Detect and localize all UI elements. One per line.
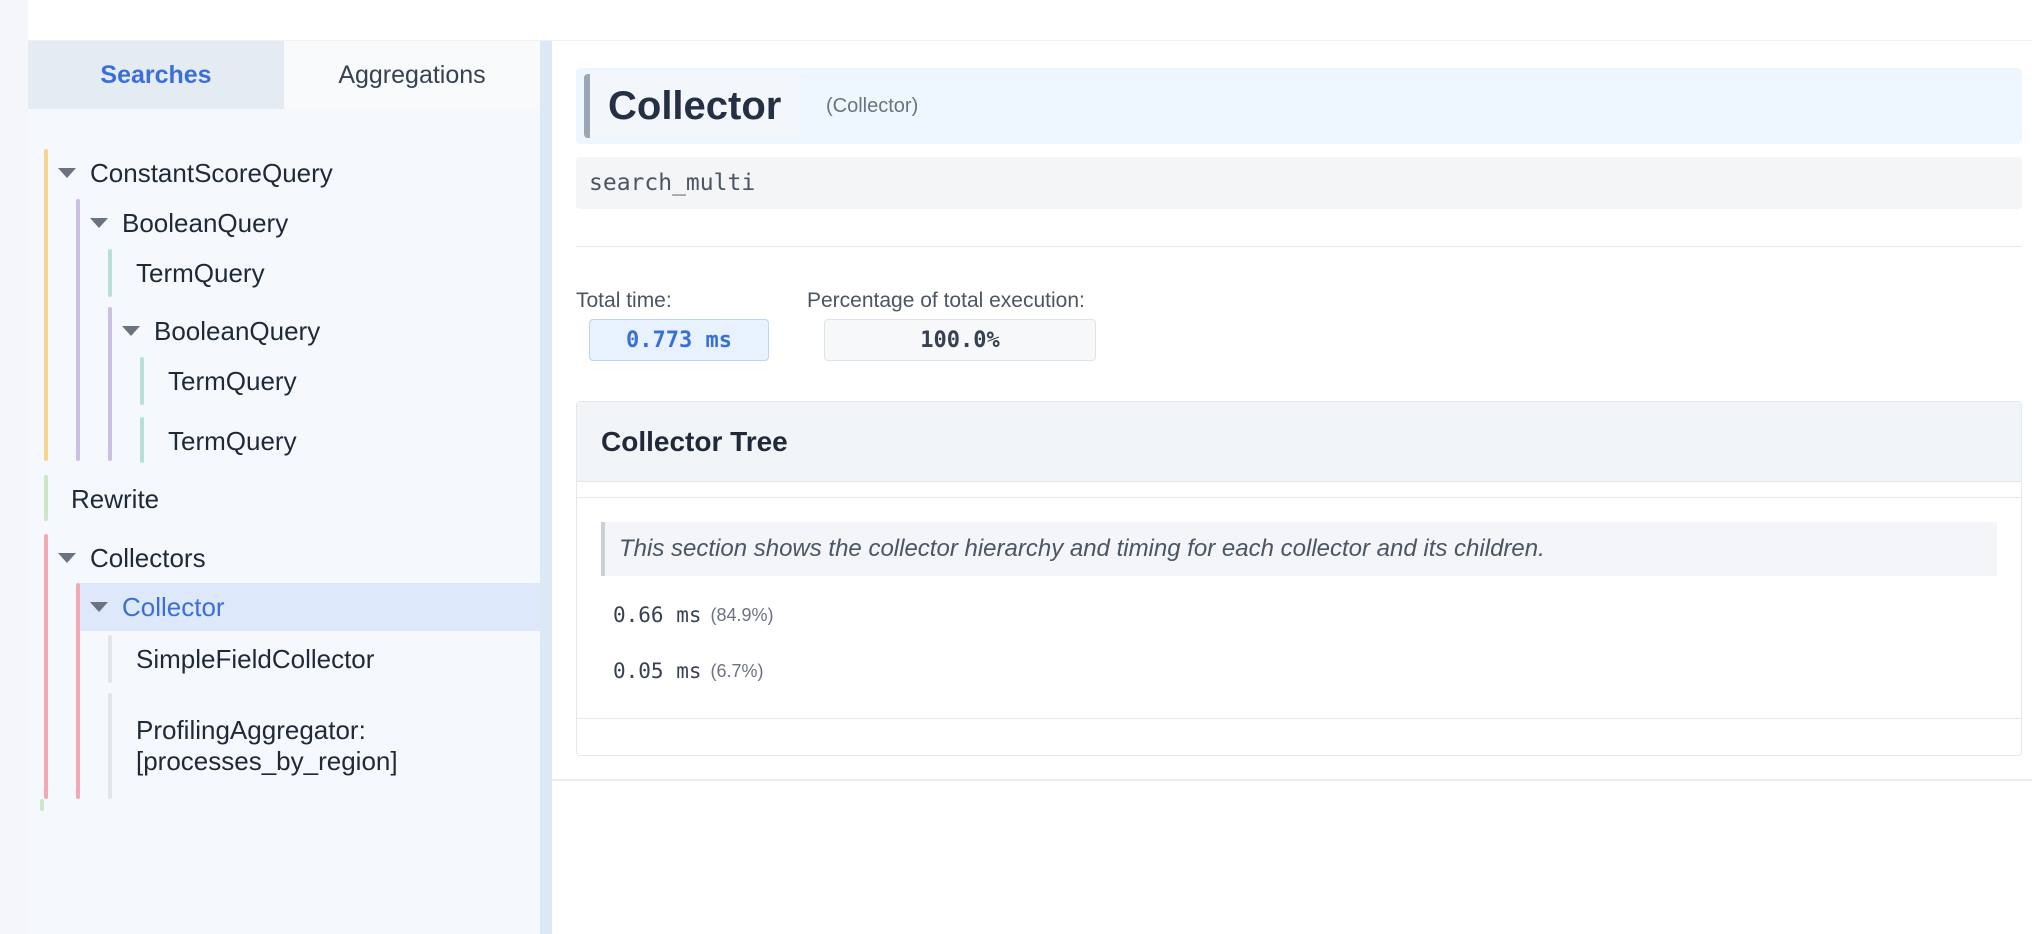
collector-tree-heading: Collector Tree <box>577 402 2021 482</box>
tree-guide-line <box>108 307 112 461</box>
tree-node-constantscorequery[interactable]: ConstantScoreQuery <box>58 149 540 197</box>
tree-node-termquery[interactable]: TermQuery <box>136 249 540 297</box>
tree-guide-line <box>140 357 144 405</box>
collector-tree-body: This section shows the collector hierarc… <box>577 497 2021 719</box>
sidebar-tabs: Searches Aggregations <box>28 41 540 109</box>
tree-guide-line <box>76 199 80 461</box>
sidebar-resize-handle[interactable] <box>540 41 552 934</box>
tree-node-rewrite[interactable]: Rewrite <box>71 475 540 523</box>
tree-node-termquery[interactable]: TermQuery <box>168 417 540 465</box>
tree-node-label: ConstantScoreQuery <box>90 157 333 188</box>
tree-node-label: Collectors <box>90 542 206 573</box>
caret-down-icon[interactable] <box>90 602 108 612</box>
tree-node-collectors[interactable]: Collectors <box>58 534 540 582</box>
collector-timing-row: 0.05 ms (6.7%) <box>613 656 764 686</box>
collector-timing-row: 0.66 ms (84.9%) <box>613 600 774 630</box>
collector-percentage: (6.7%) <box>710 660 764 681</box>
tree-guide-line <box>108 635 112 683</box>
tree-node-label: Collector <box>122 591 225 622</box>
collector-tree-panel: Collector Tree This section shows the co… <box>576 401 2022 756</box>
tree-node-booleanquery-nested[interactable]: BooleanQuery <box>122 307 540 355</box>
percentage-value: 100.0% <box>824 319 1096 361</box>
app-window: Searches Aggregations ConstantScoreQuery <box>0 0 2032 934</box>
top-bar <box>0 0 2032 41</box>
caret-down-icon[interactable] <box>122 326 140 336</box>
collector-percentage: (84.9%) <box>710 604 774 625</box>
tree-node-label: BooleanQuery <box>122 207 289 238</box>
left-edge-strip <box>0 0 28 934</box>
tree-guide-line <box>44 534 48 799</box>
tree-guide-line <box>108 693 112 799</box>
caret-down-icon[interactable] <box>90 218 108 228</box>
divider <box>576 246 2022 247</box>
tree-node-label: BooleanQuery <box>154 315 321 346</box>
tree-guide-line <box>44 149 48 461</box>
tab-aggregations[interactable]: Aggregations <box>284 41 540 109</box>
tree-node-booleanquery[interactable]: BooleanQuery <box>90 199 540 247</box>
tree-node-label: ProfilingAggregator: [processes_by_regio… <box>136 715 398 776</box>
tree-node-termquery[interactable]: TermQuery <box>168 357 540 405</box>
collector-time: 0.66 ms <box>613 603 702 627</box>
total-time-label: Total time: <box>576 289 672 312</box>
tree-node-simplefieldcollector[interactable]: SimpleFieldCollector <box>136 635 540 683</box>
sidebar: Searches Aggregations ConstantScoreQuery <box>28 41 540 934</box>
tree-node-profilingaggregator[interactable]: ProfilingAggregator: [processes_by_regio… <box>136 693 540 799</box>
page-subtitle: (Collector) <box>826 94 919 117</box>
total-time-value: 0.773 ms <box>589 319 769 361</box>
collector-tree-note: This section shows the collector hierarc… <box>601 522 1997 576</box>
tree-guide-line <box>44 475 48 521</box>
page-title: Collector <box>584 74 800 138</box>
tree-node-label: Rewrite <box>71 483 160 514</box>
main-panel: Collector (Collector) search_multi Total… <box>552 41 2032 781</box>
collector-time: 0.05 ms <box>613 659 702 683</box>
tree-guide-line <box>108 249 112 297</box>
tree-node-label: TermQuery <box>136 257 265 288</box>
caret-down-icon[interactable] <box>58 168 76 178</box>
tab-searches[interactable]: Searches <box>28 41 284 109</box>
tree-node-label: SimpleFieldCollector <box>136 643 375 674</box>
reason-code: search_multi <box>576 157 2022 209</box>
tree-node-label: TermQuery <box>168 365 297 396</box>
caret-down-icon[interactable] <box>58 553 76 563</box>
tree-guide-line <box>40 799 44 811</box>
tree-node-label: TermQuery <box>168 425 297 456</box>
tree-guide-line <box>140 417 144 463</box>
percentage-label: Percentage of total execution: <box>807 289 1085 312</box>
detail-header: Collector (Collector) <box>576 68 2022 144</box>
tree-node-collector[interactable]: Collector <box>80 583 540 631</box>
